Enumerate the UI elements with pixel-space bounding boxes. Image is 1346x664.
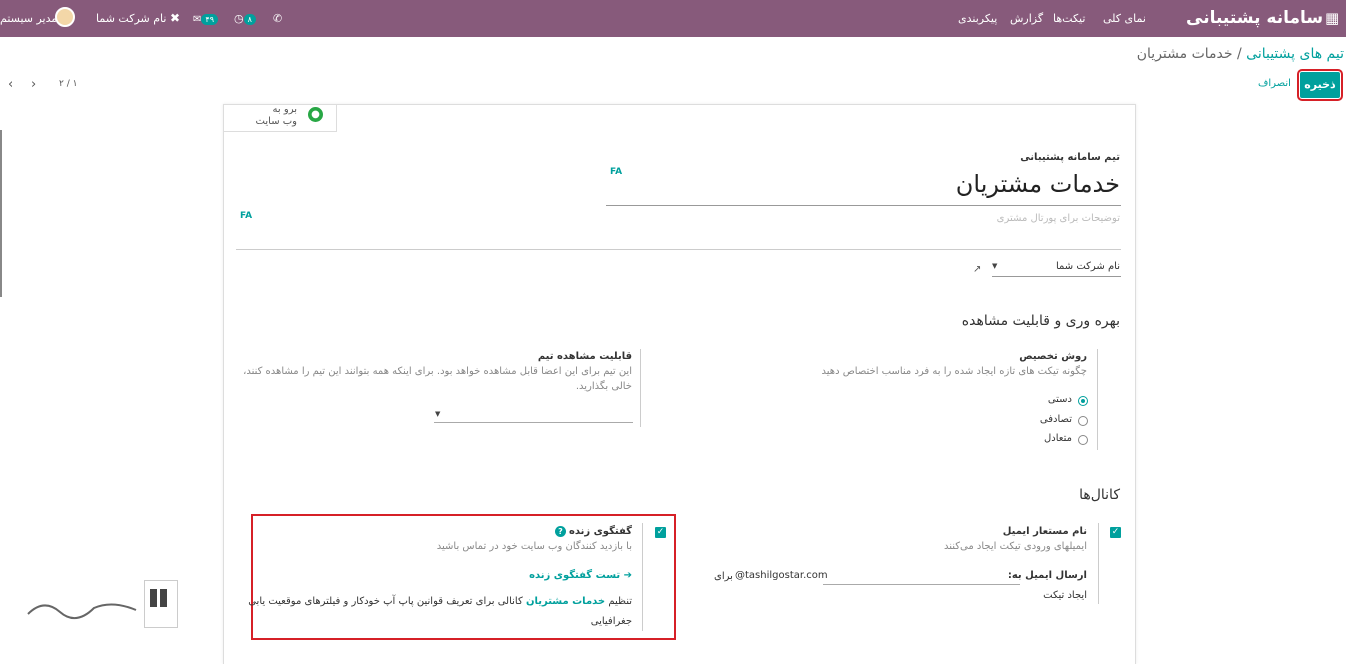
- debug-tools-icon[interactable]: ✖: [170, 0, 180, 37]
- company-field[interactable]: نام شرکت شما: [1056, 261, 1120, 272]
- radio-manual[interactable]: [1078, 396, 1088, 406]
- arrow-right-icon: ➔: [623, 570, 632, 581]
- user-menu[interactable]: مدیر سیستم: [0, 0, 57, 37]
- menu-reporting[interactable]: گزارش: [1010, 0, 1043, 37]
- description-lang-tag[interactable]: FA: [240, 211, 252, 221]
- clock-icon: ◷: [234, 12, 244, 25]
- message-count: ۴۹: [201, 13, 218, 25]
- watermark-logo: [144, 580, 178, 628]
- radio-random[interactable]: [1078, 416, 1088, 426]
- breadcrumb-current: خدمات مشتریان: [1136, 46, 1233, 62]
- email-create-ticket: ایجاد تیکت: [1043, 590, 1087, 601]
- test-live-chat-link[interactable]: ➔ تست گفتگوی زنده: [529, 570, 632, 581]
- section-visibility-title: بهره وری و قابلیت مشاهده: [961, 313, 1120, 329]
- visibility-members-field[interactable]: [434, 422, 633, 423]
- website-button-line1: برو به: [272, 104, 297, 115]
- name-lang-tag[interactable]: FA: [610, 167, 622, 177]
- messaging-menu[interactable]: ۴۹✉: [193, 0, 218, 37]
- activity-count: ۸: [243, 13, 256, 25]
- assign-method-label: روش تخصیص: [1019, 351, 1087, 362]
- email-alias-bar: [1098, 523, 1099, 604]
- menu-overview[interactable]: نمای کلی: [1103, 0, 1146, 37]
- watermark-script: [24, 594, 140, 622]
- email-alias-help: ایمیلهای ورودی تیکت ایجاد می‌کنند: [943, 541, 1087, 552]
- email-domain: @tashilgostar.com: [735, 570, 828, 581]
- email-alias-label: نام مستعار ایمیل: [1002, 526, 1087, 537]
- save-button[interactable]: ذخیره: [1297, 69, 1343, 101]
- radio-random-label: تصادفی: [1039, 414, 1072, 425]
- website-button-line2: وب سایت: [255, 116, 297, 127]
- assign-method-bar: [1097, 349, 1098, 450]
- email-for-label: برای: [714, 571, 733, 582]
- company-switcher[interactable]: نام شرکت شما: [96, 0, 166, 37]
- radio-manual-label: دستی: [1047, 394, 1072, 405]
- activity-menu[interactable]: ۸◷: [234, 0, 256, 37]
- radio-balanced[interactable]: [1078, 435, 1088, 445]
- description-divider: [236, 249, 1121, 250]
- live-chat-config: تنظیم خدمات مشتریان کانالی برای تعریف قو…: [248, 596, 632, 607]
- team-name-field[interactable]: خدمات مشتریان: [956, 170, 1120, 198]
- help-icon[interactable]: ?: [555, 526, 566, 537]
- pager-prev-icon[interactable]: ‹: [8, 77, 13, 92]
- section-channels-title: کانال‌ها: [1079, 487, 1120, 503]
- live-chat-label-text: گفتگوی زنده: [568, 526, 632, 537]
- email-alias-checkbox[interactable]: ✓: [1110, 527, 1121, 538]
- live-chat-config-line2: جغرافیایی: [590, 616, 632, 627]
- pager-value[interactable]: ۲ / ۱: [59, 79, 77, 89]
- visibility-bar: [640, 349, 641, 427]
- website-button-label[interactable]: برو به وب سایت: [256, 104, 297, 128]
- apps-menu-icon[interactable]: ▦: [1325, 0, 1339, 37]
- chat-icon: ✉: [193, 14, 202, 25]
- menu-configuration[interactable]: پیکربندی: [958, 0, 997, 37]
- visibility-label: قابلیت مشاهده تیم: [537, 351, 632, 362]
- globe-icon: ●: [308, 107, 323, 122]
- pager-next-icon[interactable]: ›: [31, 77, 36, 92]
- config-channel-link[interactable]: خدمات مشتریان: [526, 596, 605, 607]
- live-chat-label: گفتگوی زنده ?: [555, 526, 632, 537]
- test-live-chat-text: تست گفتگوی زنده: [529, 570, 621, 581]
- left-scrollbar[interactable]: [0, 130, 2, 297]
- top-navbar: ▦ سامانه پشتیبانی نمای کلی تیکت‌ها گزارش…: [0, 0, 1346, 37]
- live-chat-help: با بازدید کنندگان وب سایت خود در تماس با…: [436, 541, 632, 552]
- external-link-icon[interactable]: ↗: [973, 264, 981, 275]
- visibility-dropdown-icon[interactable]: ▼: [435, 410, 440, 418]
- app-title[interactable]: سامانه پشتیبانی: [1186, 0, 1323, 37]
- team-name-underline: [606, 205, 1121, 206]
- breadcrumb: تیم های پشتیبانی / خدمات مشتریان: [1136, 46, 1344, 62]
- menu-tickets[interactable]: تیکت‌ها: [1053, 0, 1085, 37]
- description-field[interactable]: توضیحات برای پورتال مشتری: [997, 213, 1120, 224]
- config-prefix: تنظیم: [608, 596, 632, 607]
- email-alias-input[interactable]: [823, 584, 1020, 585]
- live-chat-bar: [642, 523, 643, 631]
- visibility-help-line1: این تیم برای این اعضا قابل مشاهده خواهد …: [243, 366, 632, 377]
- visibility-help-line2: خالی بگذارید.: [575, 381, 632, 392]
- assign-method-help: چگونه تیکت های تازه ایجاد شده را به فرد …: [821, 366, 1087, 377]
- breadcrumb-parent[interactable]: تیم های پشتیبانی: [1246, 46, 1344, 62]
- config-suffix: کانالی برای تعریف قوانین پاپ آپ خودکار و…: [248, 596, 523, 607]
- live-chat-checkbox[interactable]: ✓: [655, 527, 666, 538]
- chevron-down-icon[interactable]: ▼: [992, 262, 997, 270]
- radio-balanced-label: متعادل: [1044, 433, 1072, 444]
- discard-button[interactable]: انصراف: [1258, 78, 1291, 89]
- phone-icon[interactable]: ✆: [273, 0, 282, 37]
- avatar[interactable]: [55, 7, 75, 27]
- email-send-label: ارسال ایمیل به:: [1007, 570, 1087, 581]
- team-name-label: تیم سامانه پشتیبانی: [1020, 152, 1120, 163]
- company-underline: [992, 276, 1121, 277]
